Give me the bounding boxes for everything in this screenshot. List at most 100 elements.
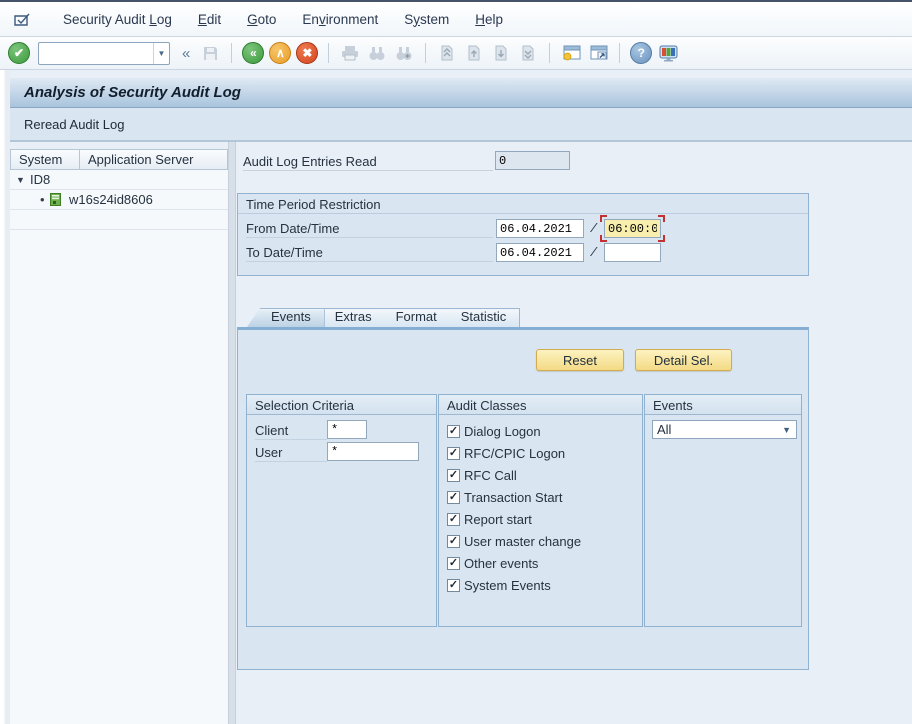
system-menu-icon[interactable]	[10, 10, 36, 28]
checkbox-row: RFC Call	[447, 466, 517, 484]
detail-selection-button[interactable]: Detail Sel.	[635, 349, 732, 371]
rfc-cpic-logon-checkbox[interactable]	[447, 447, 460, 460]
command-field[interactable]: ▼	[38, 42, 170, 65]
tab-events[interactable]: Events	[247, 308, 325, 327]
menu-bar: Security Audit Log Edit Goto Environment…	[0, 0, 912, 37]
client-label: Client	[255, 421, 327, 440]
tree-node-server[interactable]: • w16s24id8606	[10, 190, 228, 210]
first-page-icon[interactable]	[436, 42, 458, 64]
new-session-icon[interactable]	[560, 42, 582, 64]
back-icon[interactable]: «	[242, 42, 264, 64]
enter-icon[interactable]: ✔	[8, 42, 30, 64]
other-events-checkbox[interactable]	[447, 557, 460, 570]
menu-help[interactable]: Help	[462, 9, 516, 30]
last-page-icon[interactable]	[517, 42, 539, 64]
reread-audit-log-button[interactable]: Reread Audit Log	[10, 113, 138, 136]
tab-statistic[interactable]: Statistic	[437, 308, 521, 327]
next-page-icon[interactable]	[490, 42, 512, 64]
to-datetime-label: To Date/Time	[246, 243, 493, 262]
checkbox-row: Report start	[447, 510, 532, 528]
menu-environment[interactable]: Environment	[289, 9, 391, 30]
time-period-title: Time Period Restriction	[238, 194, 808, 214]
tree-column-system: System	[10, 149, 80, 170]
audit-classes-title: Audit Classes	[439, 395, 642, 415]
from-separator: /	[590, 222, 597, 236]
tree-empty-row	[10, 210, 228, 230]
checkbox-row: Dialog Logon	[447, 422, 541, 440]
reset-button[interactable]: Reset	[536, 349, 624, 371]
toolbar-separator	[328, 43, 329, 63]
rfc-call-checkbox[interactable]	[447, 469, 460, 482]
checkbox-label: RFC/CPIC Logon	[464, 446, 565, 461]
save-icon[interactable]	[199, 42, 221, 64]
tree-expanded-icon[interactable]: ▼	[16, 175, 28, 185]
to-date-input[interactable]	[496, 243, 584, 262]
report-start-checkbox[interactable]	[447, 513, 460, 526]
application-toolbar: Reread Audit Log	[10, 108, 912, 142]
from-time-input[interactable]	[604, 219, 661, 238]
checkbox-label: Report start	[464, 512, 532, 527]
events-dropdown[interactable]: All ▼	[652, 420, 797, 439]
tree-node-system[interactable]: ▼ ID8	[10, 170, 228, 190]
events-panel: Events All ▼	[644, 394, 802, 627]
server-tree: System Application Server ▼ ID8 • w16s24…	[10, 149, 228, 724]
menu-edit[interactable]: Edit	[185, 9, 234, 30]
cancel-icon[interactable]: ✖	[296, 42, 318, 64]
to-time-input[interactable]	[604, 243, 661, 262]
standard-toolbar: ✔ ▼ « « ∧ ✖ ?	[0, 37, 912, 70]
focus-corner	[600, 235, 607, 242]
checkbox-label: Dialog Logon	[464, 424, 541, 439]
checkbox-row: User master change	[447, 532, 581, 550]
chevron-down-icon: ▼	[782, 425, 796, 435]
server-name: w16s24id8606	[69, 192, 153, 207]
tree-header: System Application Server	[10, 149, 228, 170]
toolbar-separator	[425, 43, 426, 63]
exit-up-icon[interactable]: ∧	[269, 42, 291, 64]
customize-layout-icon[interactable]	[657, 42, 679, 64]
from-date-input[interactable]	[496, 219, 584, 238]
focus-corner	[658, 215, 665, 222]
menu-system[interactable]: System	[391, 9, 462, 30]
checkbox-label: User master change	[464, 534, 581, 549]
focus-corner	[658, 235, 665, 242]
checkbox-row: Other events	[447, 554, 538, 572]
tree-node-label: ID8	[30, 172, 50, 187]
entries-read-label: Audit Log Entries Read	[243, 152, 493, 171]
help-icon[interactable]: ?	[630, 42, 652, 64]
user-label: User	[255, 443, 327, 462]
checkbox-label: System Events	[464, 578, 551, 593]
page-title: Analysis of Security Audit Log	[24, 84, 241, 101]
tree-splitter[interactable]	[228, 142, 236, 724]
toolbar-separator	[231, 43, 232, 63]
user-master-change-checkbox[interactable]	[447, 535, 460, 548]
system-events-checkbox[interactable]	[447, 579, 460, 592]
find-next-icon[interactable]	[393, 42, 415, 64]
menu-goto[interactable]: Goto	[234, 9, 289, 30]
print-icon[interactable]	[339, 42, 361, 64]
toolbar-separator	[549, 43, 550, 63]
previous-page-icon[interactable]	[463, 42, 485, 64]
page-title-bar: Analysis of Security Audit Log	[10, 78, 912, 108]
server-icon	[50, 193, 61, 206]
find-icon[interactable]	[366, 42, 388, 64]
user-input[interactable]	[327, 442, 419, 461]
create-shortcut-icon[interactable]	[587, 42, 609, 64]
command-dropdown-icon[interactable]: ▼	[153, 43, 169, 64]
checkbox-label: Transaction Start	[464, 490, 563, 505]
checkbox-row: System Events	[447, 576, 551, 594]
command-input[interactable]	[39, 44, 153, 63]
menu-security-audit-log[interactable]: Security Audit Log	[50, 9, 185, 30]
transaction-start-checkbox[interactable]	[447, 491, 460, 504]
events-panel-title: Events	[645, 395, 801, 415]
events-dropdown-value: All	[657, 422, 671, 437]
checkbox-label: RFC Call	[464, 468, 517, 483]
from-datetime-label: From Date/Time	[246, 219, 493, 238]
to-separator: /	[590, 246, 597, 260]
events-tab-panel: Reset Detail Sel. Selection Criteria Cli…	[237, 327, 809, 670]
client-input[interactable]	[327, 420, 367, 439]
collapse-chevrons-icon[interactable]: «	[178, 45, 194, 62]
dialog-logon-checkbox[interactable]	[447, 425, 460, 438]
entries-read-field[interactable]	[495, 151, 570, 170]
selection-criteria-title: Selection Criteria	[247, 395, 436, 415]
from-time-focus-frame	[604, 219, 661, 238]
